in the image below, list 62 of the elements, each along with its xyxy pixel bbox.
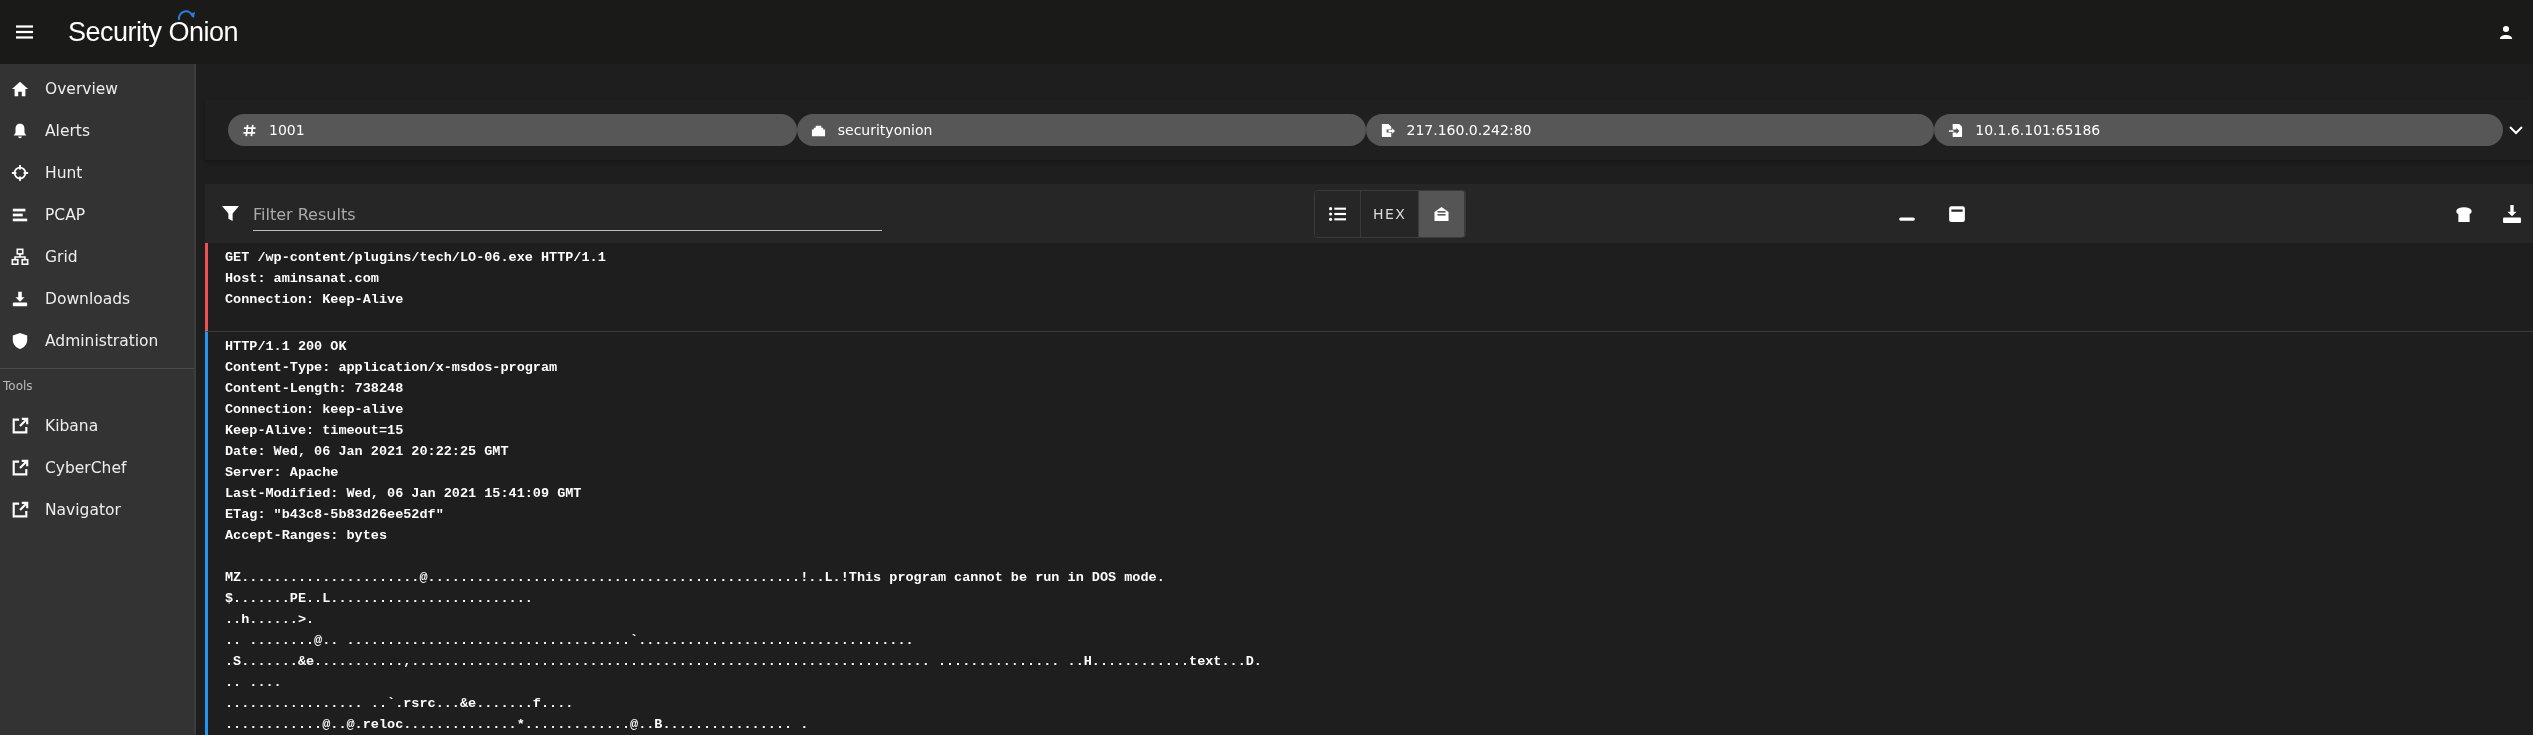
sidebar-item[interactable]: Administration — [0, 320, 194, 362]
hash-icon — [242, 122, 257, 138]
payload-line: $.......PE..L......................... — [225, 591, 533, 606]
download-icon — [11, 290, 29, 308]
payload-line: .. .... — [225, 675, 282, 690]
sidebar-item[interactable]: Grid — [0, 236, 194, 278]
header-line: Server: Apache — [225, 465, 339, 480]
filter-icon — [222, 205, 239, 222]
header-line: GET /wp-content/plugins/tech/LO-06.exe HTTP/1.1 — [225, 250, 606, 265]
external-link-icon — [11, 501, 29, 519]
filter-chip[interactable]: 1001 — [228, 114, 797, 146]
sidebar-item[interactable]: Alerts — [0, 110, 194, 152]
sidebar-item[interactable]: Hunt — [0, 152, 194, 194]
account-icon[interactable] — [2499, 24, 2513, 40]
crosshairs-icon — [11, 164, 29, 182]
payload-line: ............@..@.reloc..............*.............@..B................ . — [225, 717, 809, 732]
sidebar-link[interactable]: CyberChef — [0, 447, 194, 489]
payload-line: ..h......>. — [225, 612, 315, 627]
envelope-open-icon — [1433, 205, 1451, 222]
home-icon — [11, 80, 29, 98]
filter-chip[interactable]: securityonion — [796, 114, 1366, 146]
transcript-view-button[interactable] — [1419, 190, 1466, 237]
network-icon — [11, 248, 29, 266]
bread-icon[interactable] — [2455, 204, 2473, 223]
header-line: HTTP/1.1 200 OK — [225, 339, 347, 354]
section-heading: Tools — [2, 379, 34, 395]
filter-chip[interactable]: 10.1.6.101:65186 — [1934, 114, 2503, 146]
header-line: ETag: "b43c8-5b83d26ee52df" — [225, 507, 444, 522]
payload-line: ................. ..`.rsrc...&e.......f.... — [225, 696, 574, 711]
external-link-icon — [11, 459, 29, 477]
header-line: Date: Wed, 06 Jan 2021 20:22:25 GMT — [225, 444, 509, 459]
header-line: Content-Length: 738248 — [225, 381, 404, 396]
payload-line: MZ......................@..............................................!..L.!This program cannot be run in DOS mode. — [225, 570, 1165, 585]
header-line: Accept-Ranges: bytes — [225, 528, 388, 543]
file-export-icon — [1379, 122, 1395, 138]
file-import-icon — [1948, 122, 1964, 138]
sidebar-item[interactable]: PCAP — [0, 194, 194, 236]
filter-field[interactable]: Filter Results — [222, 196, 882, 231]
list-view-button[interactable] — [1315, 190, 1361, 237]
window-icon[interactable] — [1948, 204, 1967, 223]
external-link-icon — [11, 417, 29, 435]
app-logo: Security Onion — [68, 16, 239, 47]
payload-line: .. ........@.. ...................................`.................................. — [225, 633, 914, 648]
header-line: Keep-Alive: timeout=15 — [225, 423, 404, 438]
filter-chip[interactable]: 217.160.0.242:80 — [1365, 114, 1935, 146]
header-line: Host: aminsanat.com — [225, 271, 379, 286]
list-icon — [1329, 205, 1346, 222]
header-line: Connection: keep-alive — [225, 402, 404, 417]
sidebar-link[interactable]: Kibana — [0, 405, 194, 447]
header-line: Last-Modified: Wed, 06 Jan 2021 15:41:09 GMT — [225, 486, 582, 501]
menu-icon[interactable] — [16, 25, 33, 39]
bell-icon — [11, 122, 29, 140]
chevron-down-icon[interactable] — [2509, 125, 2523, 135]
header-line: Content-Type: application/x-msdos-program — [225, 360, 558, 375]
payload-line: .S.......&e...........,................................................................ ............... ..H............text...D. — [225, 654, 1262, 669]
sidebar-item[interactable]: Overview — [0, 68, 194, 110]
download-icon[interactable] — [2503, 204, 2521, 223]
shield-icon — [11, 332, 29, 350]
header-line: Connection: Keep-Alive — [225, 292, 404, 307]
sidebar-link[interactable]: Navigator — [0, 489, 194, 531]
sidebar-item[interactable]: Downloads — [0, 278, 194, 320]
lines-icon — [11, 206, 29, 224]
